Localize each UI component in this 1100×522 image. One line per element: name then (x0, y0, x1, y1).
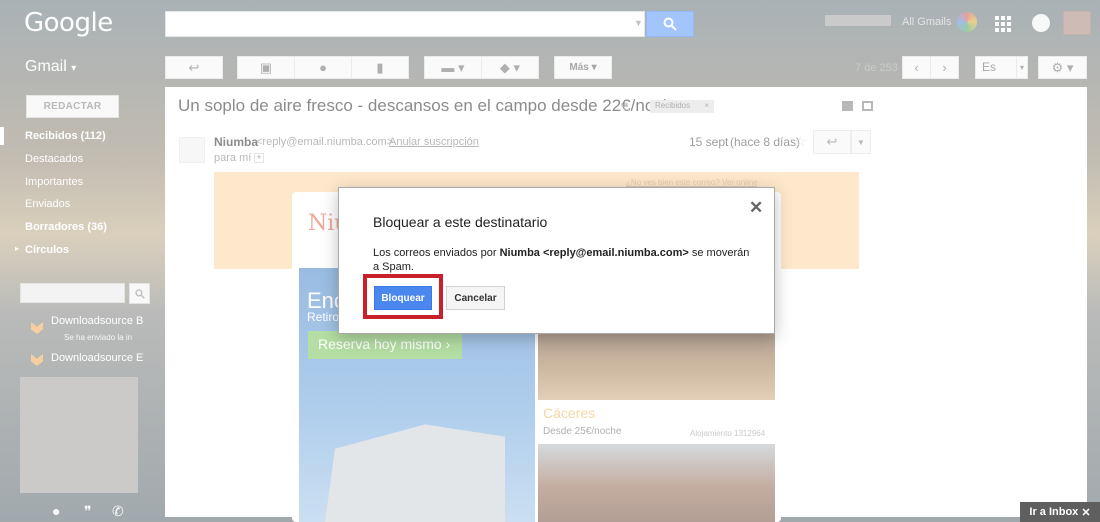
dialog-message-sender: Niumba <reply@email.niumba.com> (499, 247, 689, 259)
close-icon[interactable]: ✕ (1081, 506, 1090, 519)
dialog-message-prefix: Los correos enviados por (373, 247, 500, 259)
block-button[interactable]: Bloquear (374, 286, 432, 310)
go-to-inbox-link[interactable]: Ir a Inbox ✕ (1020, 502, 1100, 522)
close-icon[interactable]: ✕ (749, 198, 763, 218)
dialog-title: Bloquear a este destinatario (373, 214, 548, 230)
dialog-message: Los correos enviados por Niumba <reply@e… (373, 246, 753, 274)
block-sender-dialog: Bloquear a este destinatario ✕ Los corre… (338, 187, 775, 334)
cancel-button[interactable]: Cancelar (446, 286, 505, 310)
go-to-inbox-label: Ir a Inbox (1029, 506, 1079, 518)
